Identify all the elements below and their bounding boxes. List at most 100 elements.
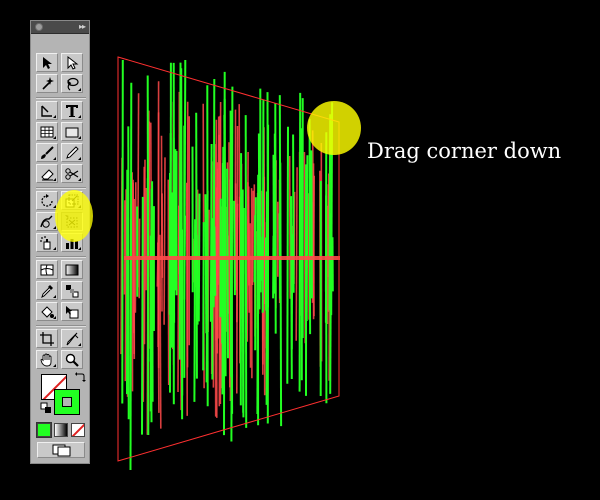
mesh-tool[interactable]	[36, 260, 58, 279]
gradient-mode-button[interactable]	[54, 423, 68, 437]
waveform-line	[209, 143, 213, 322]
live-paint-bucket-tool-icon	[41, 306, 54, 318]
waveform-line	[163, 157, 166, 325]
screen-mode-button[interactable]	[37, 442, 85, 458]
crop-area-tool[interactable]	[36, 329, 58, 348]
lasso-tool-icon	[67, 77, 79, 91]
waveform-line	[121, 59, 124, 404]
tools-separator	[36, 256, 86, 258]
waveform-line	[202, 222, 205, 371]
pencil-tool-icon	[66, 146, 79, 159]
paintbrush-tool-icon	[41, 146, 54, 159]
waveform-line	[193, 219, 197, 402]
tools-separator	[36, 97, 86, 99]
eyedropper-tool[interactable]	[36, 281, 58, 300]
pen-tool[interactable]	[36, 101, 58, 120]
waveform-line	[226, 168, 229, 359]
live-paint-bucket-tool[interactable]	[36, 302, 58, 321]
corner-highlight	[307, 101, 361, 155]
warp-tool-icon	[40, 215, 53, 228]
blend-tool-icon	[66, 285, 79, 298]
waveform-line	[308, 118, 312, 335]
waveform-line	[288, 155, 292, 299]
waveform-line	[205, 190, 209, 383]
selection-tool[interactable]	[36, 53, 58, 72]
waveform-line	[295, 167, 298, 341]
tools-panel-header[interactable]: ▸▸	[31, 21, 89, 34]
waveform-line	[195, 234, 199, 325]
zoom-tool[interactable]	[61, 350, 83, 369]
none-mode-button[interactable]	[71, 423, 85, 437]
symbol-sprayer-tool[interactable]	[36, 233, 58, 252]
tools-separator	[36, 325, 86, 327]
waveform-line	[146, 178, 150, 362]
slice-tool[interactable]	[61, 329, 83, 348]
selection-tool-icon	[43, 57, 52, 69]
waveform-line	[230, 86, 234, 442]
scissors-tool[interactable]	[61, 164, 83, 183]
type-tool[interactable]	[61, 101, 83, 120]
lasso-tool[interactable]	[61, 74, 83, 93]
waveform-line	[213, 226, 217, 296]
waveform-line	[246, 151, 249, 342]
eraser-tool[interactable]	[36, 164, 58, 183]
waveform-line	[329, 213, 333, 296]
gradient-tool-icon	[65, 264, 79, 276]
blend-tool[interactable]	[61, 281, 83, 300]
collapse-icon[interactable]: ▸▸	[79, 21, 86, 33]
artwork-lines	[120, 59, 340, 471]
line-segment-tool[interactable]	[36, 122, 58, 141]
magic-wand-tool[interactable]	[36, 74, 58, 93]
crop-area-tool-icon	[40, 332, 54, 346]
paintbrush-tool[interactable]	[36, 143, 58, 162]
type-tool-icon	[66, 105, 78, 117]
waveform-line	[273, 133, 277, 288]
waveform-line	[149, 188, 153, 412]
zoom-tool-icon	[65, 353, 79, 367]
waveform-line	[129, 82, 133, 471]
screen-mode-icon	[52, 444, 71, 457]
scissors-tool-icon	[65, 168, 79, 180]
direct-selection-tool[interactable]	[61, 53, 83, 72]
slice-tool-icon	[66, 332, 79, 346]
waveform-line	[292, 134, 295, 293]
color-mode-button[interactable]	[36, 422, 52, 438]
default-fill-stroke-icon[interactable]	[40, 402, 52, 414]
rectangle-tool-icon	[65, 127, 79, 138]
waveform-line	[160, 135, 163, 312]
magic-wand-tool-icon	[42, 77, 54, 90]
waveform-line	[253, 215, 257, 283]
hand-tool[interactable]	[36, 350, 58, 369]
pencil-tool[interactable]	[61, 143, 83, 162]
waveform-line	[312, 163, 315, 317]
swap-fill-stroke-icon[interactable]	[74, 371, 86, 383]
waveform-line	[251, 190, 254, 286]
live-paint-selection-tool[interactable]	[61, 302, 83, 321]
close-icon[interactable]	[35, 23, 43, 31]
waveform-line	[310, 150, 313, 299]
waveform-line	[233, 200, 236, 296]
rotate-tool[interactable]	[36, 191, 58, 210]
waveform-line	[159, 234, 162, 429]
tools-panel: ▸▸	[30, 20, 90, 464]
waveform-center-band	[124, 256, 340, 260]
eraser-tool-icon	[41, 169, 54, 181]
tools-separator	[36, 187, 86, 189]
stroke-color-swatch[interactable]	[54, 389, 80, 415]
artboard-canvas[interactable]	[0, 0, 600, 500]
direct-selection-tool-icon	[67, 55, 79, 70]
gradient-tool[interactable]	[61, 260, 83, 279]
line-segment-tool-icon	[40, 126, 54, 138]
waveform-line	[261, 99, 265, 313]
waveform-line	[236, 203, 239, 323]
waveform-line	[286, 126, 289, 384]
pen-tool-icon	[41, 105, 52, 117]
waveform-line	[178, 62, 182, 360]
rectangle-tool[interactable]	[61, 122, 83, 141]
live-paint-selection-tool-icon	[66, 306, 79, 319]
hand-tool-icon	[40, 353, 52, 367]
symbol-sprayer-tool-icon	[40, 236, 51, 250]
rotate-tool-icon	[41, 194, 53, 207]
tool-highlight	[55, 190, 93, 242]
eyedropper-tool-icon	[41, 285, 53, 298]
